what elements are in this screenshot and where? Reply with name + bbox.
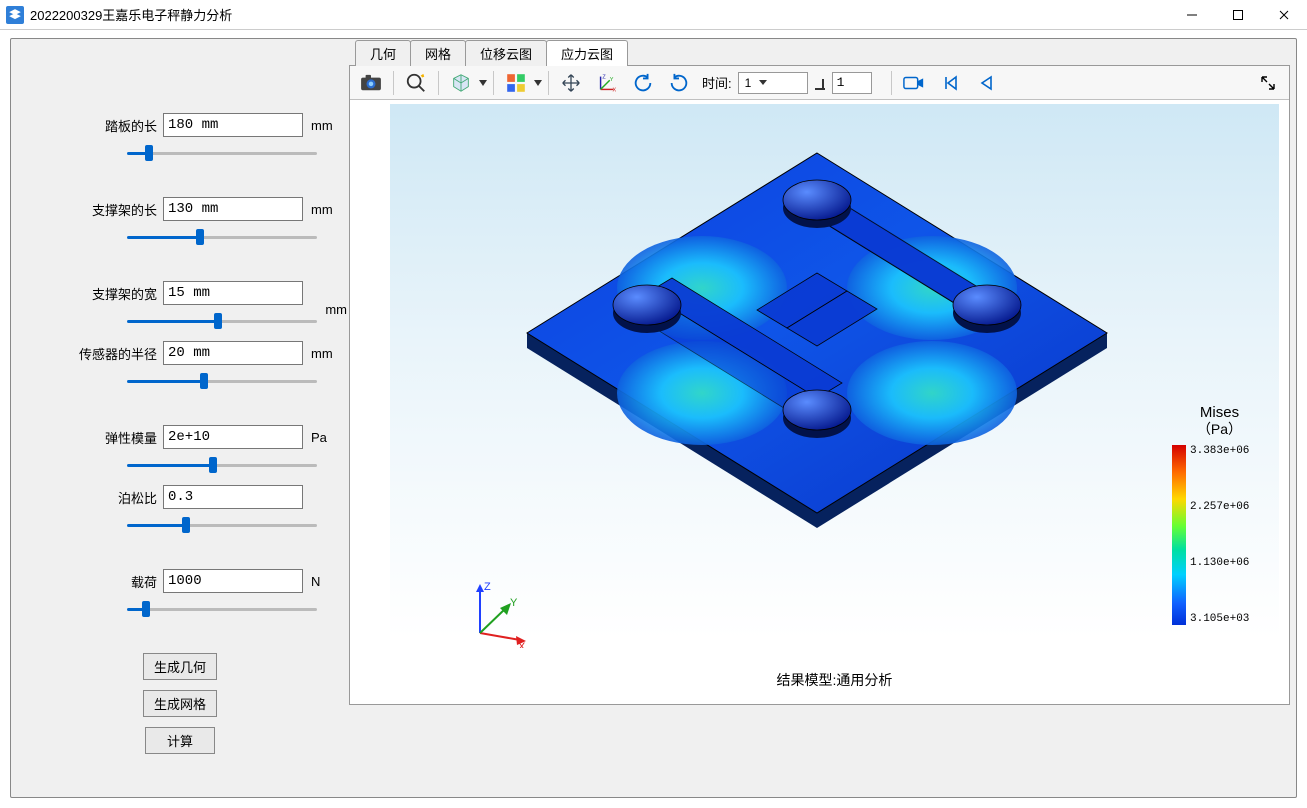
parameter-panel: 踏板的长 mm 支撑架的长 mm 支撑架的宽 mm 传感器的半径 mm 弹性模量 Pa 泊松比载荷 N… (11, 39, 349, 797)
param-input[interactable] (163, 569, 303, 593)
app-icon (6, 6, 24, 24)
param-label: 载荷 (19, 572, 163, 591)
axes-icon[interactable]: Z XY (590, 69, 624, 97)
param-slider-wrap (127, 512, 341, 537)
param-slider-wrap: mm (127, 308, 341, 333)
param-unit: mm (303, 346, 333, 361)
zoom-icon[interactable] (399, 69, 433, 97)
svg-text:Y: Y (510, 597, 518, 609)
param-slider[interactable] (127, 600, 317, 618)
param-row: 载荷 N (19, 569, 341, 593)
viewer-toolbar: Z XY 时间: 1 (350, 66, 1289, 100)
coordinate-triad-icon: Z X Y (460, 578, 530, 648)
tab-1[interactable]: 网格 (410, 40, 466, 66)
param-row: 踏板的长 mm (19, 113, 341, 137)
time-select[interactable]: 1 (738, 72, 808, 94)
svg-text:Z: Z (602, 74, 606, 80)
skip-start-icon[interactable] (933, 69, 967, 97)
tab-2[interactable]: 位移云图 (465, 40, 547, 66)
param-label: 支撑架的宽 (19, 284, 163, 303)
record-icon[interactable] (897, 69, 931, 97)
param-slider[interactable] (127, 228, 317, 246)
legend-unit: （Pa） (1172, 419, 1267, 439)
viewer-area: 几何网格位移云图应力云图 (349, 39, 1296, 797)
legend-tick: 1.130e+06 (1190, 557, 1249, 569)
play-reverse-icon[interactable] (969, 69, 1003, 97)
view-cube-dropdown[interactable] (478, 69, 488, 97)
minimize-button[interactable] (1169, 0, 1215, 30)
param-row: 传感器的半径 mm (19, 341, 341, 365)
color-legend: Mises （Pa） 3.383e+062.257e+061.130e+063.… (1172, 404, 1267, 625)
param-label: 弹性模量 (19, 428, 163, 447)
titlebar: 2022200329王嘉乐电子秤静力分析 (0, 0, 1307, 30)
tab-0[interactable]: 几何 (355, 40, 411, 66)
camera-icon[interactable] (354, 69, 388, 97)
param-input[interactable] (163, 485, 303, 509)
svg-text:X: X (613, 87, 617, 93)
param-row: 弹性模量 Pa (19, 425, 341, 449)
svg-text:X: X (518, 641, 526, 648)
param-slider-wrap (127, 452, 341, 477)
param-unit: mm (303, 118, 333, 133)
contour-style-dropdown[interactable] (533, 69, 543, 97)
window-title: 2022200329王嘉乐电子秤静力分析 (30, 5, 232, 24)
param-unit: N (303, 574, 333, 589)
param-label: 传感器的半径 (19, 344, 163, 363)
contour-style-icon[interactable] (499, 69, 533, 97)
param-slider[interactable] (127, 372, 317, 390)
viewer-canvas[interactable]: Z X Y Mises （Pa） (390, 104, 1279, 698)
close-button[interactable] (1261, 0, 1307, 30)
stress-contour-model (517, 143, 1117, 563)
param-slider[interactable] (127, 456, 317, 474)
param-input[interactable] (163, 197, 303, 221)
legend-tick: 3.383e+06 (1190, 445, 1249, 457)
param-unit: Pa (303, 430, 333, 445)
result-caption: 结果模型:通用分析 (390, 670, 1279, 690)
param-input[interactable] (163, 425, 303, 449)
svg-text:Z: Z (484, 581, 491, 593)
param-slider[interactable] (127, 312, 317, 330)
svg-text:Y: Y (610, 77, 614, 83)
param-unit: mm (303, 202, 333, 217)
param-unit: mm (325, 302, 347, 317)
param-input[interactable] (163, 281, 303, 305)
param-label: 泊松比 (19, 488, 163, 507)
param-slider-wrap (127, 140, 341, 165)
param-label: 踏板的长 (19, 116, 163, 135)
param-row: 支撑架的宽 (19, 281, 341, 305)
param-slider[interactable] (127, 516, 317, 534)
time-label: 时间: (698, 73, 736, 92)
param-input[interactable] (163, 113, 303, 137)
legend-tick: 3.105e+03 (1190, 613, 1249, 625)
step-end-icon[interactable] (810, 69, 830, 97)
view-cube-icon[interactable] (444, 69, 478, 97)
rotate-cw-icon[interactable] (662, 69, 696, 97)
pan-icon[interactable] (554, 69, 588, 97)
compute-button[interactable]: 计算 (145, 727, 215, 754)
tab-3[interactable]: 应力云图 (546, 40, 628, 66)
param-slider-wrap (127, 368, 341, 393)
rotate-ccw-icon[interactable] (626, 69, 660, 97)
param-slider-wrap (127, 596, 341, 621)
tabbar: 几何网格位移云图应力云图 (349, 41, 1296, 65)
expand-icon[interactable] (1251, 69, 1285, 97)
param-row: 支撑架的长 mm (19, 197, 341, 221)
stress-contour-panel: ZXY 时间: 1 (349, 65, 1290, 705)
step-input[interactable] (832, 72, 872, 94)
param-row: 泊松比 (19, 485, 341, 509)
legend-tick: 2.257e+06 (1190, 501, 1249, 513)
param-label: 支撑架的长 (19, 200, 163, 219)
param-input[interactable] (163, 341, 303, 365)
param-slider[interactable] (127, 144, 317, 162)
legend-bar (1172, 445, 1186, 625)
maximize-button[interactable] (1215, 0, 1261, 30)
param-slider-wrap (127, 224, 341, 249)
generate-mesh-button[interactable]: 生成网格 (143, 690, 217, 717)
generate-geometry-button[interactable]: 生成几何 (143, 653, 217, 680)
